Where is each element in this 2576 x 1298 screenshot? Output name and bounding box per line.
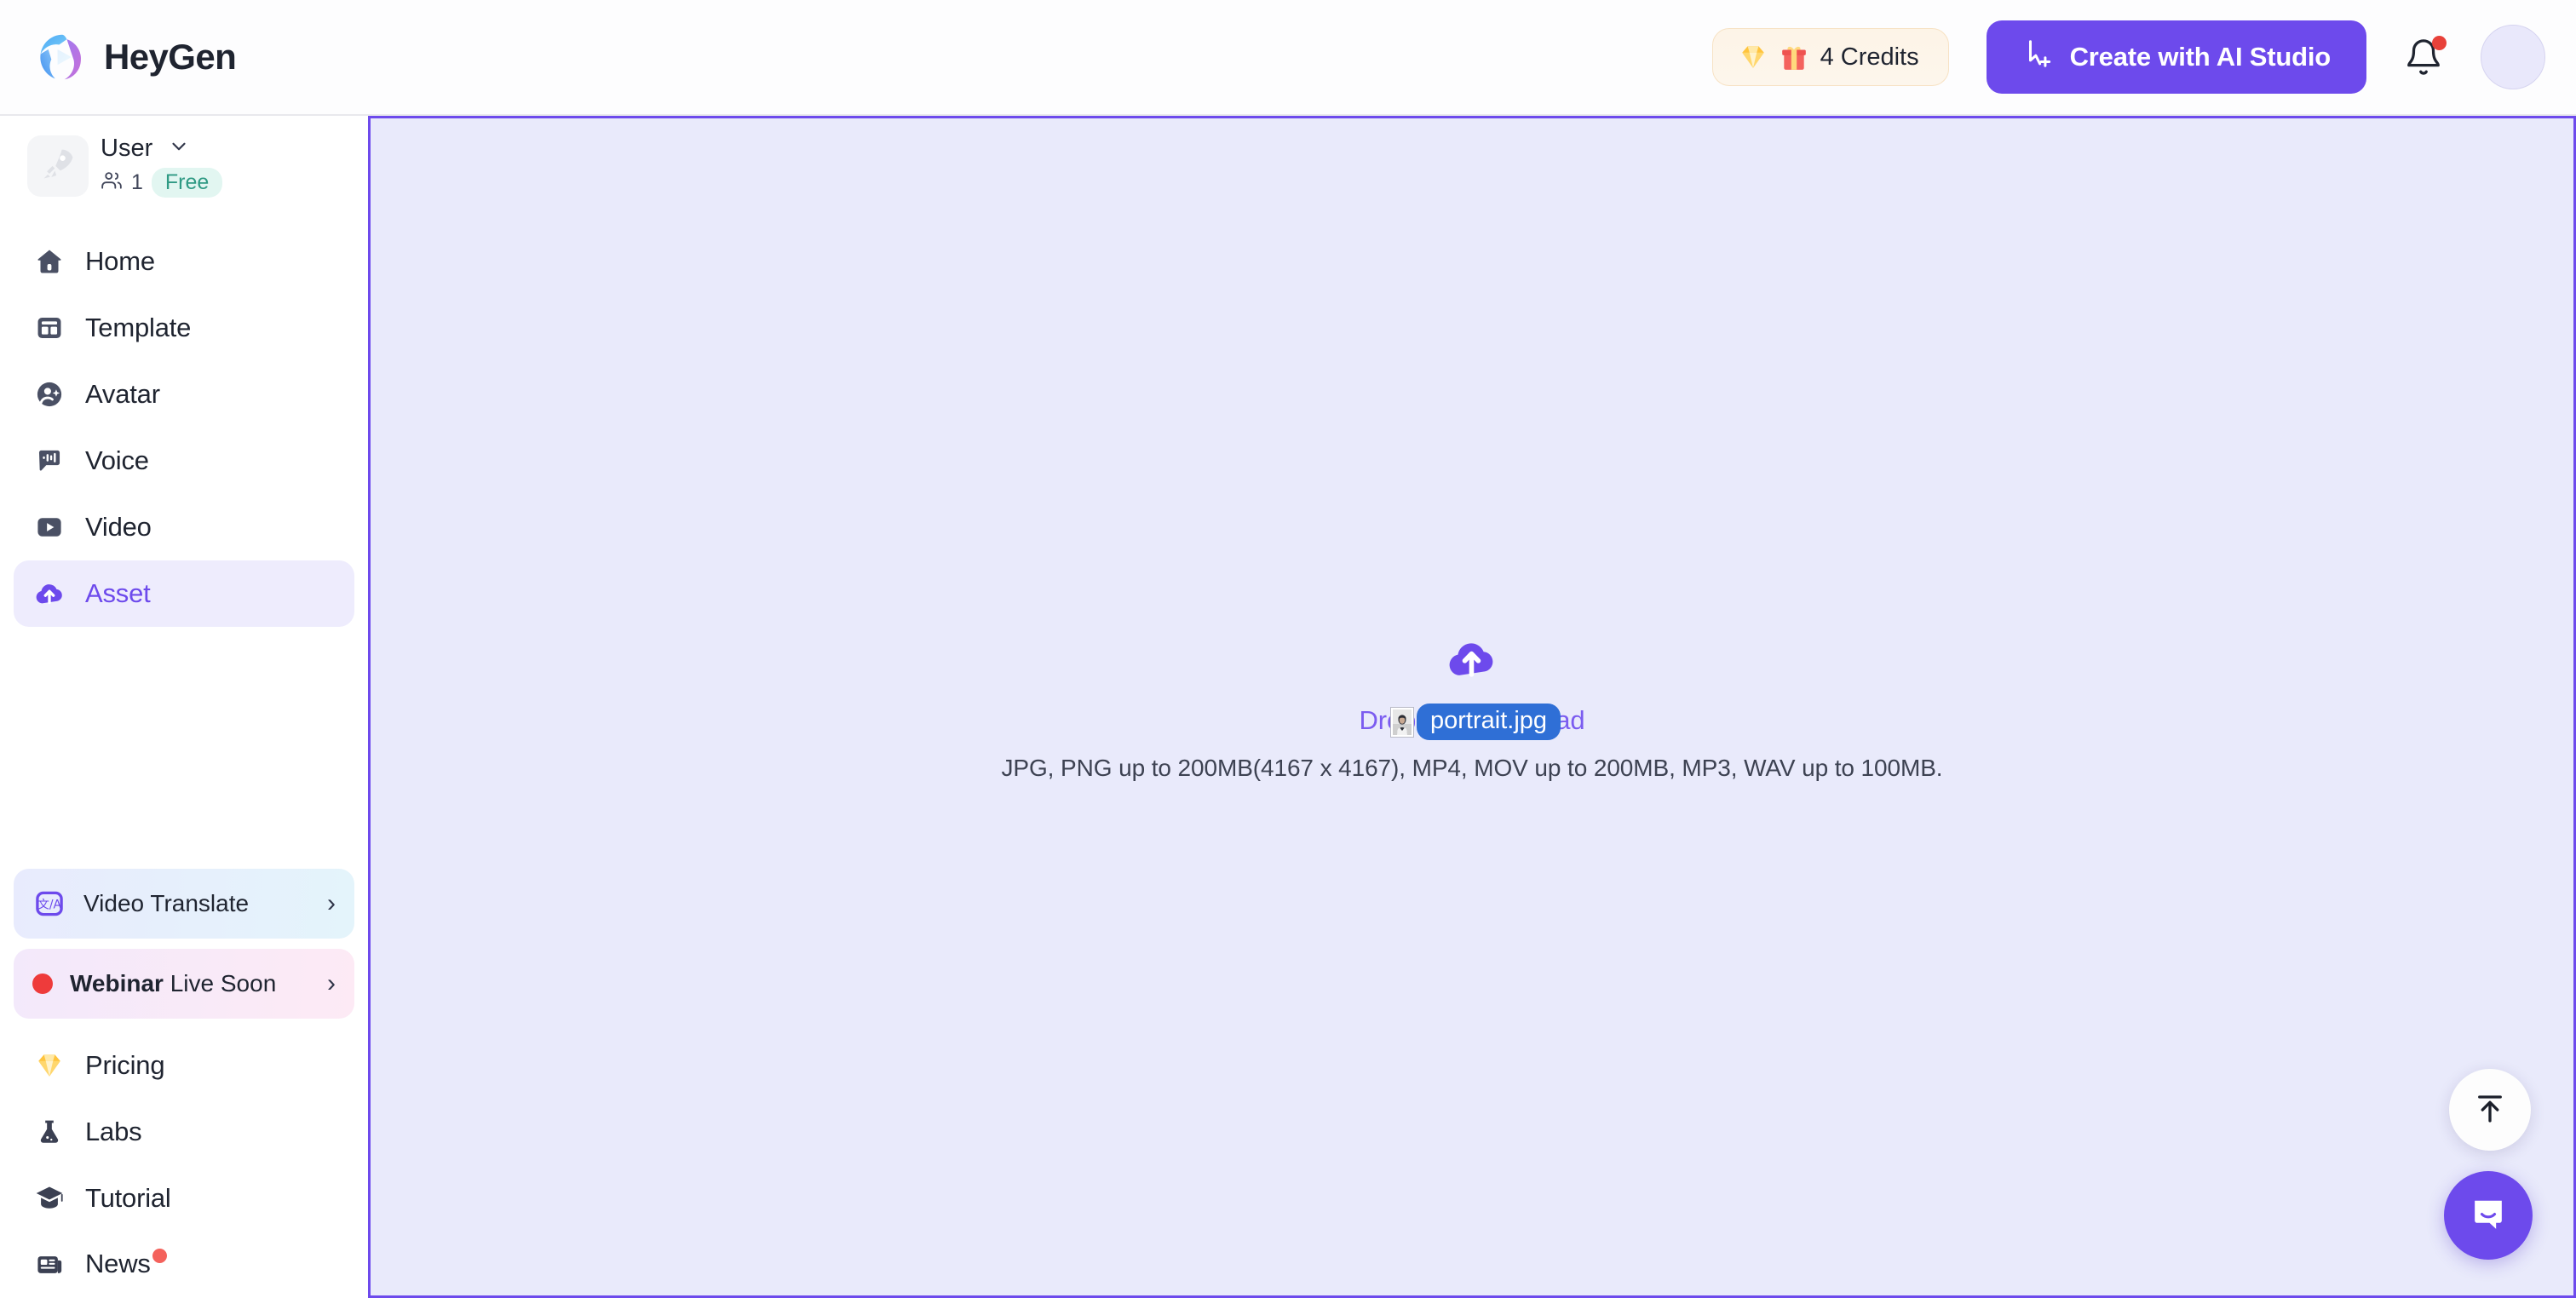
chat-bubble-icon [2467,1193,2510,1238]
sidebar-item-voice[interactable]: Voice [14,428,354,494]
secondary-nav: Pricing Labs Tutorial News [14,1032,354,1298]
dropzone: Drop files to upload JPG, PNG up to 200M… [1002,633,1943,782]
sidebar-item-tutorial[interactable]: Tutorial [14,1165,354,1232]
workspace-switcher[interactable]: User 1 Free [14,116,354,210]
notification-badge [2432,36,2447,50]
promo-label-rest: Live Soon [170,970,277,996]
credits-button[interactable]: 4 Credits [1711,28,1949,86]
chat-support-button[interactable] [2444,1171,2533,1260]
promo-label: Video Translate [83,890,250,916]
create-with-ai-studio-button[interactable]: Create with AI Studio [1986,20,2366,94]
cloud-upload-icon [32,577,66,611]
workspace-name: User [101,135,153,162]
heygen-logo-icon [37,32,87,82]
sidebar-item-label: Voice [85,445,149,475]
workspace-avatar [27,135,89,197]
news-badge [152,1248,167,1263]
promo-label: Webinar Live Soon [70,970,276,997]
sidebar-item-video[interactable]: Video [14,494,354,560]
promo-label-bold: Webinar [70,970,164,996]
sidebar-item-label: Tutorial [85,1183,171,1213]
voice-icon [32,444,66,478]
scroll-to-top-button[interactable] [2449,1069,2531,1151]
sidebar-item-avatar[interactable]: Avatar [14,361,354,428]
member-count: 1 [131,170,143,194]
avatar-icon [32,377,66,411]
template-icon [32,311,66,345]
asset-drop-area[interactable]: Drop files to upload JPG, PNG up to 200M… [368,116,2576,1298]
flask-icon [32,1115,66,1149]
app-header: HeyGen 4 Credits Create with AI Studio [0,0,2576,116]
translate-icon: 文/A [32,887,66,921]
sidebar-item-asset[interactable]: Asset [14,560,354,627]
cloud-upload-icon [1445,633,1499,683]
heygen-app: HeyGen 4 Credits Create with AI Studio U… [0,0,2576,1298]
sidebar-item-label: Asset [85,578,151,608]
sidebar-item-pricing[interactable]: Pricing [14,1032,354,1099]
sidebar-item-label: Pricing [85,1050,165,1080]
sidebar: User 1 Free Home Template Avatar Voice V… [0,116,368,1298]
create-button-label: Create with AI Studio [2069,42,2332,72]
promo-video-translate[interactable]: 文/A Video Translate › [14,869,354,939]
notifications-button[interactable] [2404,36,2447,80]
avatar[interactable] [2481,25,2545,89]
sidebar-item-template[interactable]: Template [14,295,354,361]
workspace-plan-row: 1 Free [101,168,223,198]
primary-nav: Home Template Avatar Voice Video Asset [14,228,354,627]
people-icon [101,169,123,196]
sidebar-item-labs[interactable]: Labs [14,1099,354,1165]
sidebar-item-label: Home [85,246,155,276]
gem-icon [1739,43,1768,72]
gift-icon [1780,43,1808,72]
sidebar-item-label: Labs [85,1117,142,1146]
arrow-up-to-bar-icon [2472,1091,2508,1129]
bell-icon [2404,39,2443,80]
chevron-right-icon: › [327,969,336,997]
rocket-icon [39,146,77,187]
workspace-meta: User 1 Free [101,135,223,198]
drop-hint: JPG, PNG up to 200MB(4167 x 4167), MP4, … [1001,754,1943,781]
workspace-name-row: User [101,135,222,163]
video-icon [32,510,66,544]
cursor-plus-icon [2022,37,2055,77]
newspaper-icon [32,1248,66,1282]
sidebar-item-label: Template [85,313,192,342]
sidebar-item-home[interactable]: Home [14,228,354,295]
chevron-down-icon[interactable] [168,135,190,162]
home-icon [32,244,66,279]
gem-icon [32,1048,66,1083]
sidebar-item-label: News [85,1248,151,1278]
sidebar-item-news[interactable]: News [14,1232,354,1298]
brand-name: HeyGen [104,37,237,77]
app-body: User 1 Free Home Template Avatar Voice V… [0,116,2576,1298]
chevron-right-icon: › [327,889,336,917]
live-dot-icon [32,974,53,994]
credits-label: 4 Credits [1820,43,1919,71]
brand[interactable]: HeyGen [37,32,237,82]
sidebar-item-label: Avatar [85,379,160,409]
news-label-wrap: News [85,1248,167,1282]
svg-text:文/A: 文/A [37,898,61,911]
sidebar-item-label: Video [85,512,152,542]
graduation-cap-icon [32,1181,66,1215]
drop-title: Drop files to upload [1359,704,1585,735]
plan-badge: Free [151,168,223,198]
header-right: 4 Credits Create with AI Studio [1711,20,2545,94]
promo-webinar[interactable]: Webinar Live Soon › [14,949,354,1019]
